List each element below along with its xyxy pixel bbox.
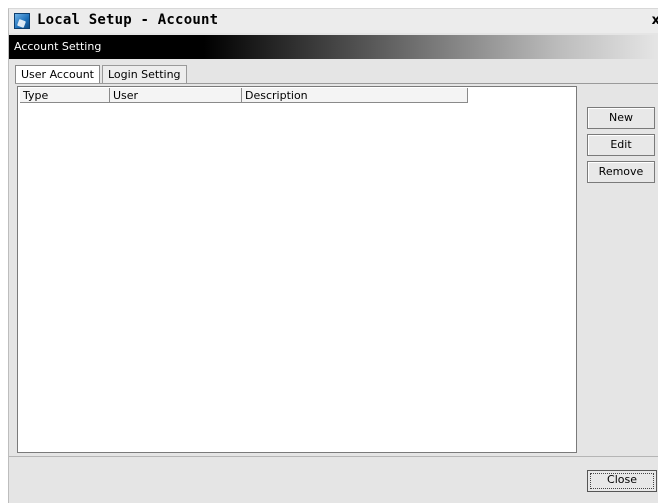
column-header-description[interactable]: Description xyxy=(242,88,468,103)
list-header: Type User Description xyxy=(20,88,468,103)
window-title: Local Setup - Account xyxy=(37,12,219,28)
tab-divider xyxy=(15,83,658,84)
section-header: Account Setting xyxy=(9,35,658,59)
footer-divider xyxy=(9,456,658,457)
remove-button[interactable]: Remove xyxy=(587,161,655,183)
focus-ring xyxy=(590,473,654,489)
tab-bar: User Account Login Setting xyxy=(15,65,189,84)
list-body[interactable] xyxy=(20,105,574,450)
local-setup-window: Local Setup - Account x Account Setting … xyxy=(8,8,658,503)
tab-user-account[interactable]: User Account xyxy=(15,65,100,84)
column-header-user[interactable]: User xyxy=(110,88,242,103)
window-close-icon[interactable]: x xyxy=(652,13,658,28)
app-setup-icon xyxy=(14,13,30,29)
close-button[interactable]: Close xyxy=(587,470,657,492)
title-bar: Local Setup - Account x xyxy=(9,9,658,33)
section-header-title: Account Setting xyxy=(14,40,102,53)
action-buttons: New Edit Remove xyxy=(587,107,655,188)
tab-login-setting[interactable]: Login Setting xyxy=(101,65,187,83)
account-list[interactable]: Type User Description xyxy=(17,86,577,453)
edit-button[interactable]: Edit xyxy=(587,134,655,156)
column-header-type[interactable]: Type xyxy=(20,88,110,103)
new-button[interactable]: New xyxy=(587,107,655,129)
